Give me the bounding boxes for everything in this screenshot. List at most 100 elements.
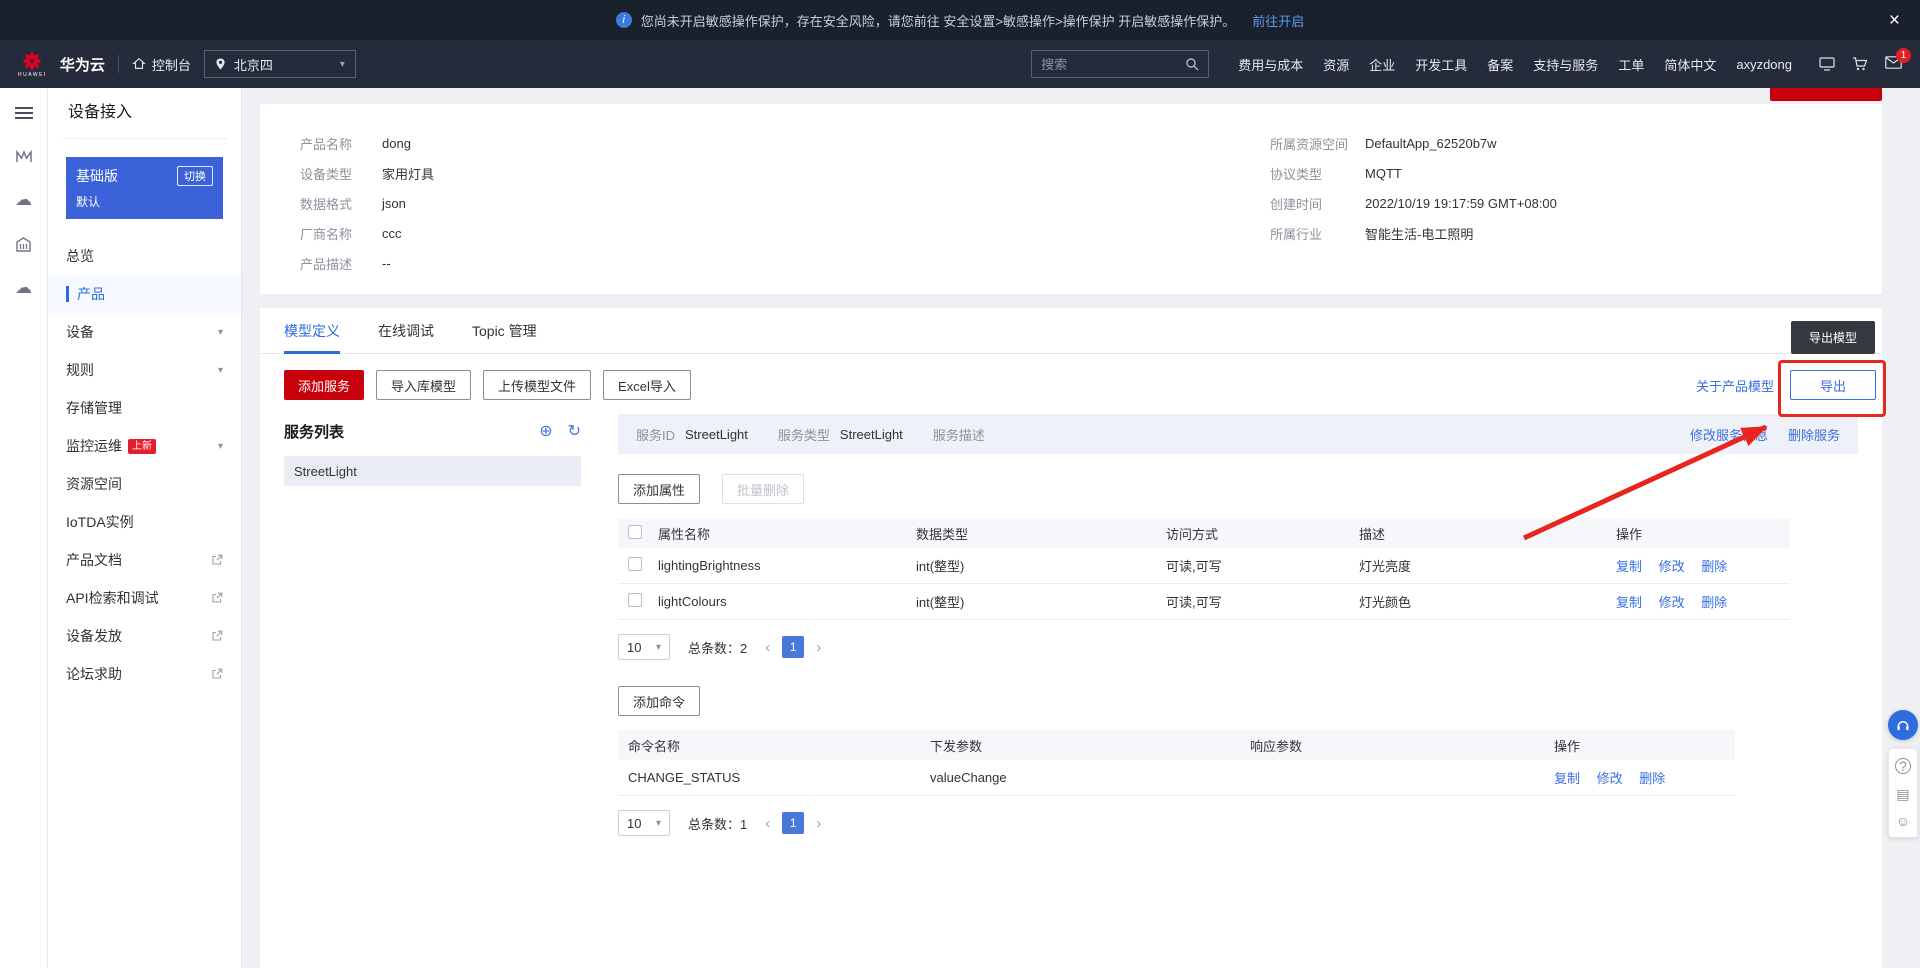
sidebar-item-forum-help[interactable]: 论坛求助: [48, 655, 241, 693]
chevron-left-icon[interactable]: ‹: [763, 815, 772, 832]
floating-toolbar: ? ▤ ☺: [1888, 710, 1918, 838]
edition-switch-button[interactable]: 切换: [177, 166, 213, 186]
edition-name: 基础版: [76, 168, 118, 184]
huawei-logo[interactable]: HUAWEI: [18, 51, 47, 78]
sidebar-item-storage[interactable]: 存储管理: [48, 389, 241, 427]
feedback-panel: ? ▤ ☺: [1888, 748, 1918, 838]
property-desc: 灯光颜色: [1359, 595, 1412, 610]
nav-icp[interactable]: 备案: [1487, 55, 1513, 74]
top-header: HUAWEI 华为云 控制台 北京四 ▾ 费用与成本 资源 企业 开发工具 备案…: [0, 40, 1920, 88]
chevron-down-icon: ▾: [339, 58, 345, 70]
messages-icon[interactable]: 1: [1885, 48, 1911, 72]
delete-link[interactable]: 删除: [1639, 771, 1665, 786]
sidebar-item-overview[interactable]: 总览: [48, 237, 241, 275]
nav-support[interactable]: 支持与服务: [1533, 55, 1598, 74]
brand-name[interactable]: 华为云: [60, 54, 105, 75]
created-time-value: 2022/10/19 19:17:59 GMT+08:00: [1365, 195, 1557, 211]
add-property-button[interactable]: 添加属性: [618, 474, 701, 504]
info-icon: i: [615, 12, 632, 28]
iot-service-icon[interactable]: [15, 148, 33, 164]
edit-link[interactable]: 修改: [1597, 771, 1623, 786]
smiley-feedback-icon[interactable]: ☺: [1896, 814, 1910, 828]
export-button[interactable]: 导出: [1790, 370, 1876, 400]
sidebar-item-products[interactable]: 产品: [48, 275, 241, 313]
tab-topic-management[interactable]: Topic 管理: [472, 308, 537, 354]
close-icon[interactable]: ×: [1889, 11, 1900, 30]
header-search[interactable]: [1031, 50, 1210, 78]
property-type[interactable]: int(整型): [916, 595, 965, 611]
select-all-checkbox[interactable]: [628, 524, 642, 539]
edit-service-info-link[interactable]: 修改服务信息: [1690, 425, 1768, 444]
partial-red-button[interactable]: [1770, 88, 1882, 101]
sidebar-item-device-provisioning[interactable]: 设备发放: [48, 617, 241, 655]
sidebar-item-devices[interactable]: 设备 ▾: [48, 313, 241, 351]
notification-action-link[interactable]: 前往开启: [1252, 11, 1304, 30]
copy-link[interactable]: 复制: [1616, 595, 1642, 610]
cart-icon[interactable]: [1852, 57, 1868, 71]
sidebar-item-product-docs[interactable]: 产品文档: [48, 541, 241, 579]
current-page[interactable]: 1: [782, 812, 805, 834]
region-selector[interactable]: 北京四 ▾: [203, 50, 356, 78]
add-service-icon[interactable]: ⊕: [539, 421, 552, 441]
cloud-storage-icon[interactable]: ☁: [15, 278, 32, 298]
service-list-panel: 服务列表 ⊕ ↻ StreetLight: [284, 414, 581, 836]
about-product-model-link[interactable]: 关于产品模型: [1696, 376, 1774, 395]
nav-divider: [62, 138, 227, 139]
nav-resources[interactable]: 资源: [1323, 55, 1349, 74]
chevron-right-icon[interactable]: ›: [814, 639, 823, 656]
product-fields-right: 所属资源空间 DefaultApp_62520b7w 协议类型 MQTT 创建时间 2…: [1270, 135, 1557, 242]
sidebar-item-api-explorer[interactable]: API检索和调试: [48, 579, 241, 617]
sidebar-item-iotda-instance[interactable]: IoTDA实例: [48, 503, 241, 541]
properties-table-header: 属性名称 数据类型 访问方式 描述 操作: [618, 518, 1790, 548]
edit-link[interactable]: 修改: [1659, 595, 1685, 610]
delete-link[interactable]: 删除: [1701, 595, 1727, 610]
nav-language[interactable]: 简体中文: [1664, 55, 1716, 74]
sidebar-item-rules[interactable]: 规则 ▾: [48, 351, 241, 389]
tab-model-definition[interactable]: 模型定义: [284, 308, 340, 354]
add-command-button[interactable]: 添加命令: [618, 686, 701, 716]
chevron-right-icon[interactable]: ›: [814, 815, 823, 832]
delete-service-link[interactable]: 删除服务: [1788, 425, 1840, 444]
page-size-select[interactable]: 10 ▾: [618, 634, 670, 660]
copy-link[interactable]: 复制: [1616, 559, 1642, 574]
resource-space-value: DefaultApp_62520b7w: [1365, 135, 1497, 151]
sidebar-item-resource-spaces[interactable]: 资源空间: [48, 465, 241, 503]
import-library-model-button[interactable]: 导入库模型: [376, 370, 472, 400]
nav-enterprise[interactable]: 企业: [1369, 55, 1395, 74]
chevron-left-icon[interactable]: ‹: [763, 639, 772, 656]
service-list-item[interactable]: StreetLight: [284, 456, 581, 486]
nav-account[interactable]: axyzdong: [1736, 57, 1792, 72]
table-row: lightColours int(整型) 可读,可写 灯光颜色 复制 修改 删除: [618, 584, 1790, 620]
survey-icon[interactable]: ▤: [1896, 787, 1909, 801]
console-link[interactable]: 控制台: [132, 55, 191, 74]
delete-link[interactable]: 删除: [1701, 559, 1727, 574]
excel-import-button[interactable]: Excel导入: [603, 370, 691, 400]
nav-devtools[interactable]: 开发工具: [1415, 55, 1467, 74]
current-page[interactable]: 1: [782, 636, 805, 658]
edit-link[interactable]: 修改: [1659, 559, 1685, 574]
page-size-select[interactable]: 10 ▾: [618, 810, 670, 836]
menu-hamburger-icon[interactable]: [14, 104, 33, 122]
support-chat-icon[interactable]: [1888, 710, 1918, 740]
refresh-icon[interactable]: ↻: [568, 421, 581, 441]
vendor-name-value: ccc: [382, 225, 402, 241]
sidebar-item-ops-monitor[interactable]: 监控运维 上新 ▾: [48, 427, 241, 465]
tab-online-debug[interactable]: 在线调试: [378, 308, 434, 354]
help-icon[interactable]: ?: [1895, 758, 1911, 774]
search-input[interactable]: [1041, 56, 1186, 72]
commands-section: 添加命令 命令名称 下发参数 响应参数 操作 CHANGE_STATUS val…: [618, 686, 1858, 836]
console-monitor-icon[interactable]: [1819, 57, 1835, 71]
nav-ticket[interactable]: 工单: [1618, 55, 1644, 74]
property-type[interactable]: int(整型): [916, 559, 965, 575]
external-link-icon: [212, 554, 223, 565]
search-icon[interactable]: [1185, 57, 1199, 71]
cloud-service-icon[interactable]: ☁: [15, 190, 32, 210]
row-checkbox[interactable]: [628, 557, 642, 571]
nav-cost[interactable]: 费用与成本: [1238, 55, 1303, 74]
organization-icon[interactable]: [15, 236, 32, 252]
add-service-button[interactable]: 添加服务: [284, 370, 365, 400]
row-checkbox[interactable]: [628, 593, 642, 607]
edition-card[interactable]: 基础版 切换 默认: [66, 157, 223, 219]
copy-link[interactable]: 复制: [1554, 771, 1580, 786]
upload-model-file-button[interactable]: 上传模型文件: [483, 370, 592, 400]
